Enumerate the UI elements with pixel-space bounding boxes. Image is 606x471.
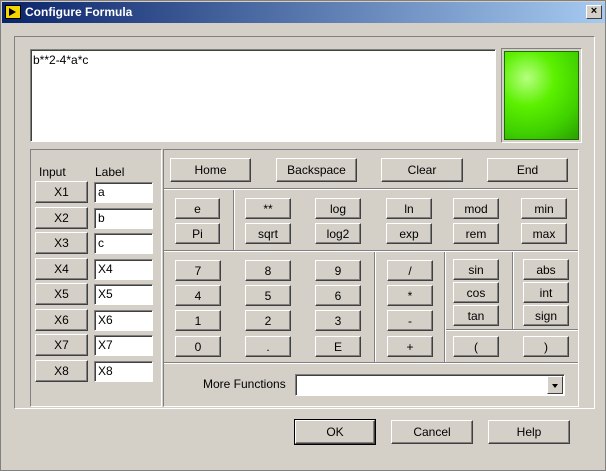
- close-button[interactable]: ×: [586, 5, 602, 19]
- input-x7-button[interactable]: X7: [35, 334, 88, 356]
- min-button[interactable]: min: [521, 198, 567, 219]
- rem-button[interactable]: rem: [453, 223, 499, 244]
- log-button[interactable]: log: [315, 198, 361, 219]
- minus-button[interactable]: -: [387, 310, 433, 331]
- input-header: Input: [39, 165, 66, 179]
- formula-valid-indicator: [504, 51, 579, 140]
- pi-button[interactable]: Pi: [175, 223, 220, 244]
- digit-4-button[interactable]: 4: [175, 285, 221, 306]
- input-x8-button[interactable]: X8: [35, 360, 88, 382]
- digit-2-button[interactable]: 2: [245, 310, 291, 331]
- digit-0-button[interactable]: 0: [175, 336, 221, 357]
- abs-button[interactable]: abs: [523, 259, 569, 280]
- e-button[interactable]: e: [175, 198, 220, 219]
- ok-button[interactable]: OK: [294, 419, 376, 445]
- label-x1-field[interactable]: a: [94, 182, 153, 203]
- formula-input[interactable]: b**2-4*a*c: [30, 49, 496, 142]
- decimal-point-button[interactable]: .: [245, 336, 291, 357]
- label-x3-field[interactable]: c: [94, 233, 153, 254]
- backspace-button[interactable]: Backspace: [276, 158, 357, 182]
- exponent-e-button[interactable]: E: [315, 336, 361, 357]
- divider: [446, 329, 578, 331]
- label-x8-field[interactable]: X8: [94, 361, 153, 382]
- tan-button[interactable]: tan: [453, 305, 499, 326]
- plus-button[interactable]: +: [387, 336, 433, 357]
- input-x3-button[interactable]: X3: [35, 232, 88, 254]
- divider: [164, 188, 578, 190]
- divide-button[interactable]: /: [387, 260, 433, 281]
- close-paren-button[interactable]: ): [523, 336, 569, 357]
- home-button[interactable]: Home: [170, 158, 251, 182]
- multiply-button[interactable]: *: [387, 285, 433, 306]
- label-header: Label: [95, 165, 125, 179]
- help-button[interactable]: Help: [488, 420, 570, 444]
- max-button[interactable]: max: [521, 223, 567, 244]
- divider: [374, 252, 376, 362]
- more-functions-label: More Functions: [203, 377, 286, 391]
- digit-6-button[interactable]: 6: [315, 285, 361, 306]
- input-x5-button[interactable]: X5: [35, 283, 88, 305]
- log2-button[interactable]: log2: [315, 223, 361, 244]
- sin-button[interactable]: sin: [453, 259, 499, 280]
- digit-3-button[interactable]: 3: [315, 310, 361, 331]
- label-x5-field[interactable]: X5: [94, 284, 153, 305]
- title-bar[interactable]: Configure Formula ×: [2, 2, 605, 23]
- divider: [444, 252, 446, 362]
- power-button[interactable]: **: [245, 198, 291, 219]
- window-title: Configure Formula: [25, 5, 133, 19]
- digit-7-button[interactable]: 7: [175, 260, 221, 281]
- sqrt-button[interactable]: sqrt: [245, 223, 291, 244]
- chevron-down-icon[interactable]: [547, 376, 563, 394]
- configure-formula-dialog: Configure Formula × b**2-4*a*c Input Lab…: [0, 0, 606, 471]
- input-x2-button[interactable]: X2: [35, 207, 88, 229]
- divider: [164, 362, 578, 364]
- digit-1-button[interactable]: 1: [175, 310, 221, 331]
- input-x6-button[interactable]: X6: [35, 309, 88, 331]
- exp-button[interactable]: exp: [386, 223, 432, 244]
- label-x4-field[interactable]: X4: [94, 259, 153, 280]
- sign-button[interactable]: sign: [523, 305, 569, 326]
- ln-button[interactable]: ln: [386, 198, 432, 219]
- digit-8-button[interactable]: 8: [245, 260, 291, 281]
- divider: [233, 190, 235, 250]
- app-icon: [5, 5, 21, 19]
- divider: [512, 252, 514, 330]
- end-button[interactable]: End: [487, 158, 568, 182]
- int-button[interactable]: int: [523, 282, 569, 303]
- cos-button[interactable]: cos: [453, 282, 499, 303]
- label-x2-field[interactable]: b: [94, 208, 153, 229]
- more-functions-dropdown[interactable]: [295, 374, 565, 396]
- mod-button[interactable]: mod: [453, 198, 499, 219]
- divider: [164, 250, 578, 252]
- input-x4-button[interactable]: X4: [35, 258, 88, 280]
- open-paren-button[interactable]: (: [453, 336, 499, 357]
- cancel-button[interactable]: Cancel: [391, 420, 473, 444]
- label-x6-field[interactable]: X6: [94, 310, 153, 331]
- clear-button[interactable]: Clear: [381, 158, 463, 182]
- digit-9-button[interactable]: 9: [315, 260, 361, 281]
- digit-5-button[interactable]: 5: [245, 285, 291, 306]
- label-x7-field[interactable]: X7: [94, 335, 153, 356]
- input-x1-button[interactable]: X1: [35, 181, 88, 203]
